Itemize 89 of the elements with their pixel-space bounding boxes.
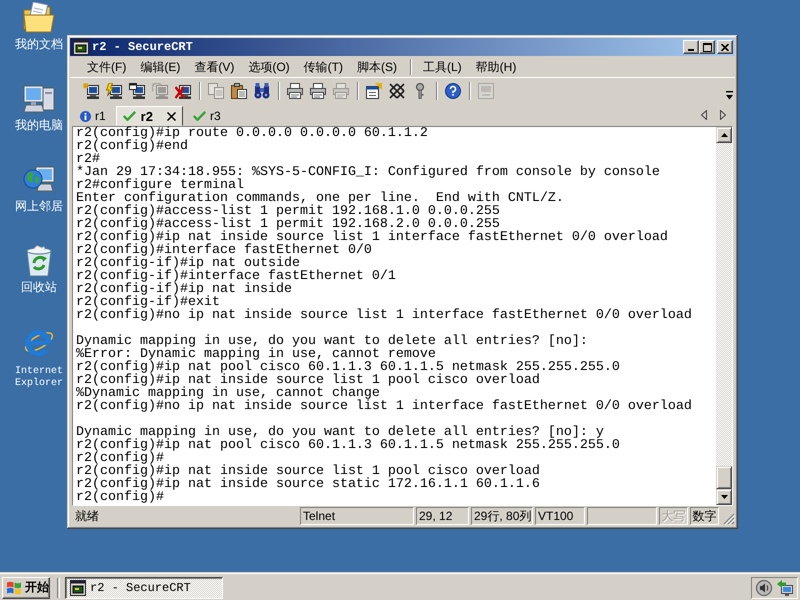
toolbar-overflow-icon[interactable] [726,91,733,100]
tab[interactable]: r3 [186,106,228,126]
screen-bolt-icon[interactable] [106,82,122,98]
terminal-line: r2(config)#no ip nat inside source list 1 interface fastEthernet 0/0 overload [76,400,692,413]
emulation-panel: VT100 [535,507,585,525]
triangle-up-icon [720,133,728,137]
window-title: r2 - SecureCRT [92,40,193,54]
terminal-line: r2(config)#ip nat pool cisco 60.1.1.3 60.1.1.5 netmask 255.255.255.0 [76,439,620,452]
monitor-arrow-icon[interactable] [777,580,793,596]
menu-item[interactable]: 帮助(H) [468,56,524,78]
terminal-line: r2(config)#ip nat inside source list 1 pool cisco overload [76,374,540,387]
folder-icon[interactable] [23,2,55,34]
terminal-line: Dynamic mapping in use, do you want to delete all entries? [no]: y [76,426,604,439]
terminal-line: r2(config)#ip nat inside source list 1 interface fastEthernet 0/0 overload [76,231,668,244]
terminal-line: *Jan 29 17:34:18.955: %SYS-5-CONFIG_I: Configured from console by console [76,166,660,179]
terminal-window-icon [73,39,89,55]
desktop-icon-label[interactable]: 网上邻居 [15,200,63,213]
tab[interactable]: r1 [73,106,113,126]
terminal-size-panel: 29行, 80列 [471,507,533,525]
binoculars-icon[interactable] [254,82,270,98]
minimize-icon [688,48,694,50]
terminal-line: r2(config)#access-list 1 permit 192.168.1.0 0.0.0.255 [76,205,500,218]
terminal-line: r2(config-if)#ip nat outside [76,257,300,270]
computer-icon[interactable] [23,83,55,115]
terminal-line: Dynamic mapping in use, do you want to delete all entries? [no]: [76,335,588,348]
desktop-icon-label[interactable]: 我的电脑 [15,119,63,132]
terminal-line: r2(config)#no ip nat inside source list 1 interface fastEthernet 0/0 overload [76,309,692,322]
terminal-line: r2(config)# [76,452,164,465]
terminal-line: r2(config)#ip nat inside source list 1 pool cisco overload [76,465,540,478]
close-button[interactable] [717,40,733,54]
speaker-icon[interactable] [756,580,772,596]
menu-item[interactable]: 工具(L) [416,56,469,78]
help-icon[interactable] [444,82,460,98]
menu-item[interactable]: 脚本(S) [350,56,404,78]
screen-star-icon[interactable] [82,82,98,98]
terminal-line: r2(config)#access-list 1 permit 192.168.2.0 0.0.0.255 [76,218,500,231]
desktop-icon-label[interactable]: 我的文档 [15,38,63,51]
scroll-up-button[interactable] [716,127,732,143]
triangle-right-icon[interactable] [720,110,726,120]
screen-window-icon[interactable] [128,82,144,98]
properties-icon[interactable] [366,82,382,98]
scrollbar[interactable] [716,127,732,505]
terminal-line: r2(config)#end [76,140,188,153]
scroll-down-button[interactable] [716,489,732,505]
menu-item[interactable]: 编辑(E) [133,56,188,78]
maximize-button[interactable] [699,40,715,54]
status-panel [587,507,657,525]
resize-grip-icon[interactable] [723,513,735,525]
terminal-line: r2(config)#ip nat inside source static 172.16.1.1 60.1.1.6 [76,478,540,491]
menu-item[interactable]: 文件(F) [80,56,134,78]
terminal-window-icon [70,580,86,596]
printer-icon[interactable] [310,82,326,98]
terminal-line: r2(config-if)#exit [76,296,220,309]
paste-icon[interactable] [230,82,246,98]
maximize-icon [702,42,712,52]
terminal-line: Enter configuration commands, one per line. End with CNTL/Z. [76,192,564,205]
terminal-panel[interactable] [72,126,733,506]
start-button[interactable]: 开始 [2,576,50,598]
triangle-left-icon[interactable] [701,110,707,120]
terminal-line: r2(config)#ip route 0.0.0.0 0.0.0.0 60.1.1.2 [76,127,428,140]
terminal-line: %Dynamic mapping in use, cannot change [76,387,380,400]
terminal-line: r2(config-if)#interface fastEthernet 0/1 [76,270,396,283]
crosshatch-icon[interactable] [388,82,404,98]
triangle-down-icon [720,495,728,499]
desktop-icon-label[interactable]: Internet Explorer [14,366,63,390]
terminal-line: %Error: Dynamic mapping in use, cannot remove [76,348,436,361]
terminal-line: r2(config)#interface fastEthernet 0/0 [76,244,372,257]
menu-item[interactable]: 选项(O) [241,56,297,78]
status-text: 就绪 [75,508,99,522]
minimize-button[interactable] [683,40,699,54]
taskbar-button[interactable]: r2 - SecureCRT [65,576,223,598]
tab[interactable]: r2 [116,106,183,126]
menu-item[interactable]: 查看(V) [187,56,242,78]
key-indicator-panel: 数字 [690,507,719,525]
terminal-line: r2#configure terminal [76,179,244,192]
screen-cross-icon[interactable] [174,82,190,98]
windows-flag-icon [6,580,22,594]
close-icon [721,44,729,50]
terminal-line: r2# [76,153,100,166]
desktop-icon-label[interactable]: 回收站 [21,281,57,294]
terminal-line: r2(config)# [76,491,164,504]
close-icon[interactable] [166,112,176,120]
cursor-position-panel: 29, 12 [416,507,469,525]
terminal-line: r2(config)#ip nat pool cisco 60.1.1.3 60.1.1.5 netmask 255.255.255.0 [76,361,620,374]
scroll-thumb[interactable] [716,466,732,489]
connection-type-panel: Telnet [300,507,414,525]
menu-item[interactable]: 传输(T) [296,56,350,78]
terminal-line: r2(config-if)#ip nat inside [76,283,292,296]
printer-icon[interactable] [286,82,302,98]
